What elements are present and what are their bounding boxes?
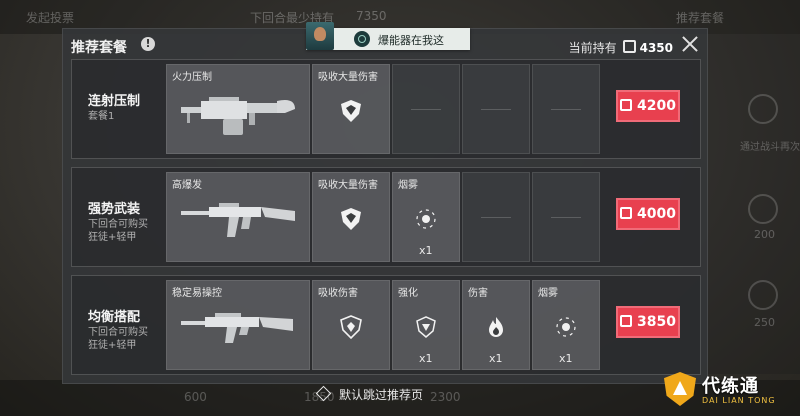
slot-count: x1 — [419, 244, 433, 257]
package-price: 4000 — [637, 206, 676, 222]
slot-count: x1 — [489, 352, 503, 365]
logo-shield-icon — [664, 372, 696, 406]
armor-slot: 吸收大量伤害 — [312, 64, 390, 154]
bg-side-value-2: 250 — [754, 316, 775, 329]
armor-slot: 吸收伤害 — [312, 280, 390, 370]
modal-title: 推荐套餐 — [71, 40, 127, 56]
bg-bottom-value-1: 600 — [184, 390, 207, 404]
package-name: 连射压制 — [88, 94, 141, 109]
empty-slot — [462, 64, 530, 154]
shield-heavy-icon — [341, 208, 361, 230]
empty-slot — [532, 64, 600, 154]
help-icon[interactable]: ! — [141, 37, 155, 51]
slot-count: x1 — [419, 352, 433, 365]
enhance-icon — [416, 316, 436, 338]
fire-icon — [489, 317, 503, 337]
slot-label: 吸收伤害 — [318, 288, 358, 299]
package-subtitle: 下回合可购买 狂徒+轻甲 — [88, 327, 148, 351]
skip-label: 默认跳过推荐页 — [339, 388, 424, 402]
armor-slot: 吸收大量伤害 — [312, 172, 390, 262]
holding-value: 4350 — [639, 41, 673, 55]
bg-fire-icon — [748, 280, 778, 310]
package-price: 3850 — [637, 314, 676, 330]
bg-ability-icon — [748, 194, 778, 224]
bg-bottom-value-3: 2300 — [430, 390, 461, 404]
bg-recommend-label: 推荐套餐 — [676, 11, 725, 25]
bg-target-icon — [748, 94, 778, 124]
buy-package-button[interactable]: 3850 — [616, 306, 680, 338]
slot-label: 烟雾 — [398, 180, 418, 191]
avatar — [306, 22, 334, 50]
package-card-2[interactable]: 强势武装 下回合可购买 狂徒+轻甲 高爆发 吸收大量伤害 烟雾 x1 4000 — [71, 167, 701, 267]
smoke-target-icon — [416, 209, 436, 229]
currency-icon — [620, 315, 633, 327]
machine-gun-icon — [181, 97, 295, 135]
package-card-1[interactable]: 连射压制 套餐1 火力压制 吸收大量伤害 4200 — [71, 59, 701, 159]
assault-rifle-icon — [181, 203, 295, 237]
close-button[interactable] — [679, 33, 701, 55]
empty-slot — [392, 64, 460, 154]
package-card-3[interactable]: 均衡搭配 下回合可购买 狂徒+轻甲 稳定易操控 吸收伤害 强化 x1 伤害 x1… — [71, 275, 701, 375]
slot-label: 高爆发 — [172, 180, 202, 191]
currency-icon — [622, 40, 636, 53]
skill-slot: 烟雾 x1 — [392, 172, 460, 262]
bg-vote-label: 发起投票 — [26, 11, 75, 25]
logo-text: 代练通 — [702, 376, 759, 397]
shield-heavy-icon — [341, 100, 361, 122]
slot-label: 火力压制 — [172, 72, 212, 83]
weapon-slot: 稳定易操控 — [166, 280, 310, 370]
teammate-notice: 爆能器在我这 — [306, 22, 470, 50]
empty-slot — [532, 172, 600, 262]
smoke-target-icon — [556, 317, 576, 337]
skill-slot: 强化 x1 — [392, 280, 460, 370]
buy-package-button[interactable]: 4200 — [616, 90, 680, 122]
skill-slot: 伤害 x1 — [462, 280, 530, 370]
logo-subtext: DAI LIAN TONG — [702, 396, 776, 405]
rifle-icon — [181, 313, 293, 343]
spike-icon — [354, 31, 370, 47]
slot-count: x1 — [559, 352, 573, 365]
skip-recommend-toggle[interactable]: 默认跳过推荐页 — [315, 385, 424, 403]
slot-label: 强化 — [398, 288, 418, 299]
holding-label: 当前持有 — [568, 41, 617, 55]
background-side-panel: 通过战斗再次 200 250 — [708, 34, 800, 374]
slot-label: 烟雾 — [538, 288, 558, 299]
bg-min-holding-value: 7350 — [356, 9, 387, 23]
current-holding: 当前持有 4350 — [569, 39, 673, 56]
package-price: 4200 — [637, 98, 676, 114]
bg-side-value-1: 200 — [754, 228, 775, 241]
skill-slot: 烟雾 x1 — [532, 280, 600, 370]
slot-label: 伤害 — [468, 288, 488, 299]
weapon-slot: 高爆发 — [166, 172, 310, 262]
currency-icon — [620, 99, 633, 111]
package-subtitle: 套餐1 — [88, 111, 115, 122]
weapon-slot: 火力压制 — [166, 64, 310, 154]
notice-text: 爆能器在我这 — [378, 34, 444, 47]
watermark-logo: 代练通 DAI LIAN TONG — [664, 370, 792, 410]
currency-icon — [620, 207, 633, 219]
buy-package-button[interactable]: 4000 — [616, 198, 680, 230]
recommended-packages-modal: 推荐套餐 ! 当前持有 4350 连射压制 套餐1 火力压制 吸收大量伤害 42… — [62, 28, 708, 384]
package-subtitle: 下回合可购买 狂徒+轻甲 — [88, 219, 148, 243]
bg-side-text: 通过战斗再次 — [740, 142, 800, 153]
diamond-checkbox-icon[interactable] — [315, 385, 332, 402]
slot-label: 吸收大量伤害 — [318, 72, 378, 83]
slot-label: 稳定易操控 — [172, 288, 222, 299]
package-name: 均衡搭配 — [88, 310, 141, 325]
shield-light-icon — [340, 315, 362, 339]
empty-slot — [462, 172, 530, 262]
package-name: 强势武装 — [88, 202, 141, 217]
slot-label: 吸收大量伤害 — [318, 180, 378, 191]
